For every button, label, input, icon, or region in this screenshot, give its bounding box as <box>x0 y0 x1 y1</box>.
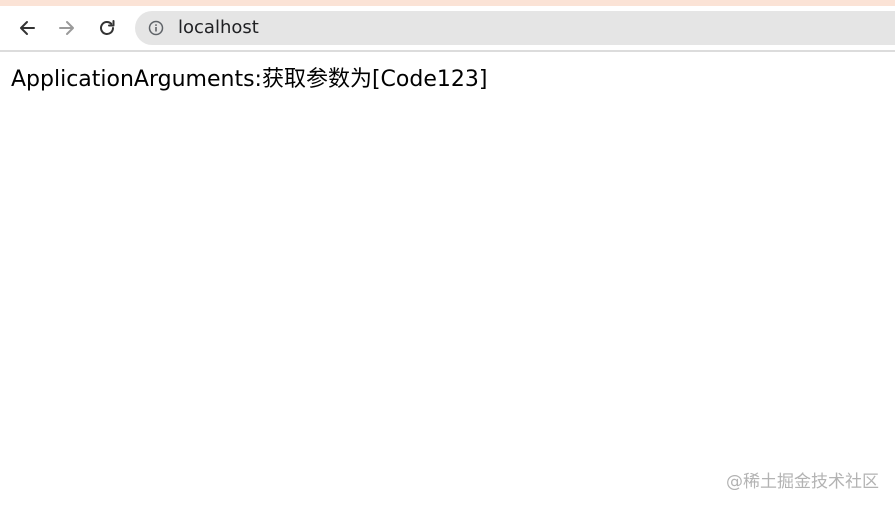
forward-button[interactable] <box>52 13 82 43</box>
address-bar[interactable]: localhost <box>135 11 895 45</box>
url-text[interactable]: localhost <box>178 18 259 38</box>
body-text: ApplicationArguments:获取参数为[Code123] <box>11 67 488 92</box>
back-arrow-icon <box>20 21 35 35</box>
reload-icon <box>100 20 115 35</box>
watermark: @稀土掘金技术社区 <box>726 472 879 492</box>
reload-button[interactable] <box>92 13 122 43</box>
page-content: ApplicationArguments:获取参数为[Code123] @稀土掘… <box>0 52 895 508</box>
forward-arrow-icon <box>59 21 74 35</box>
back-button[interactable] <box>12 13 42 43</box>
info-icon[interactable] <box>148 20 164 36</box>
browser-toolbar: localhost <box>0 6 895 52</box>
